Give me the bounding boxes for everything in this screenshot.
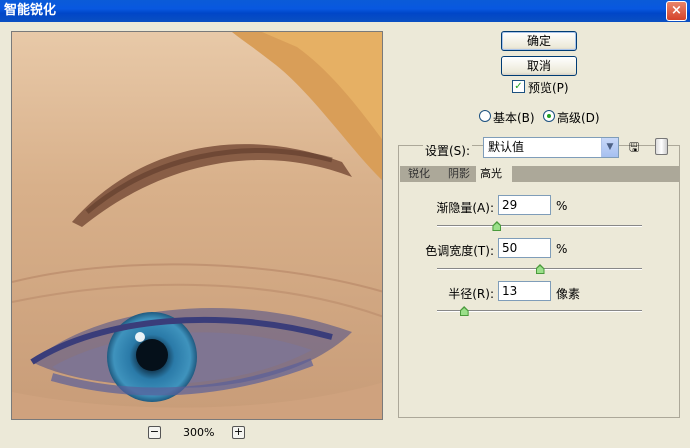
- window-title: 智能锐化: [4, 3, 57, 18]
- fade-amount-unit: %: [556, 199, 568, 213]
- tonal-width-unit: %: [556, 242, 568, 256]
- preview-image[interactable]: [11, 31, 383, 420]
- close-button[interactable]: ×: [666, 1, 687, 21]
- mode-basic-radio[interactable]: [479, 110, 491, 122]
- fade-amount-input[interactable]: 29: [498, 195, 551, 215]
- radio-selected-dot: [547, 114, 551, 118]
- tab-sharpen[interactable]: 锐化: [404, 166, 434, 182]
- preview-label: 预览(P): [528, 81, 569, 95]
- zoom-in-button[interactable]: +: [232, 426, 245, 439]
- settings-value: 默认值: [488, 140, 525, 154]
- preview-checkbox[interactable]: ✓: [512, 80, 525, 93]
- tonal-width-input[interactable]: 50: [498, 238, 551, 258]
- fade-amount-slider-track[interactable]: [437, 225, 642, 227]
- save-settings-icon[interactable]: 🖫: [629, 140, 645, 154]
- radius-input[interactable]: 13: [498, 281, 551, 301]
- mode-advanced-radio[interactable]: [543, 110, 555, 122]
- settings-label: 设置(S):: [423, 142, 473, 159]
- ok-button[interactable]: 确定: [501, 31, 577, 51]
- tab-highlight[interactable]: 高光: [476, 166, 512, 182]
- zoom-level: 300%: [183, 426, 215, 439]
- tonal-width-label: 色调宽度(T):: [425, 244, 494, 258]
- mode-basic-label: 基本(B): [493, 111, 535, 125]
- title-bar: 智能锐化 ×: [0, 0, 690, 22]
- fade-amount-label: 渐隐量(A):: [436, 201, 494, 215]
- radius-label: 半径(R):: [448, 287, 494, 301]
- tab-strip: [400, 166, 679, 182]
- radius-unit: 像素: [556, 287, 581, 301]
- tab-shadow[interactable]: 阴影: [444, 166, 474, 182]
- settings-select[interactable]: 默认值 ▼: [483, 137, 619, 158]
- delete-settings-icon[interactable]: [655, 138, 668, 155]
- eye-photo: [12, 32, 382, 419]
- mode-advanced-label: 高级(D): [557, 111, 600, 125]
- cancel-button[interactable]: 取消: [501, 56, 577, 76]
- zoom-out-button[interactable]: −: [148, 426, 161, 439]
- zoom-bar: − 300% +: [0, 426, 394, 442]
- chevron-down-icon: ▼: [601, 138, 618, 157]
